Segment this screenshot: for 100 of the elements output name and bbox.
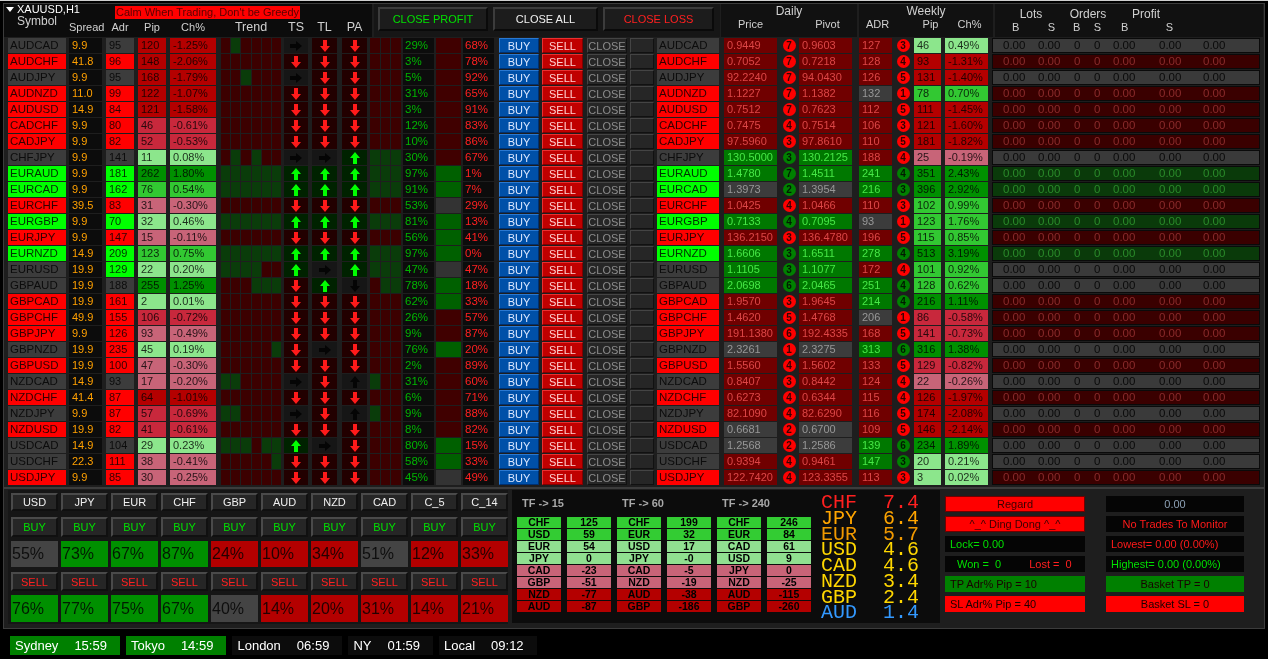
sell-button[interactable]: SELL bbox=[542, 230, 583, 245]
sell-button[interactable]: SELL bbox=[542, 198, 583, 213]
buy-button[interactable]: BUY bbox=[261, 517, 308, 537]
close-button[interactable]: CLOSE bbox=[587, 278, 627, 293]
alert-banner[interactable]: Regard bbox=[945, 496, 1085, 512]
currency-button[interactable]: GBP bbox=[211, 493, 258, 511]
close-button[interactable]: CLOSE bbox=[587, 230, 627, 245]
buy-button[interactable]: BUY bbox=[499, 438, 539, 453]
currency-button[interactable]: AUD bbox=[261, 493, 308, 511]
close-button[interactable]: CLOSE bbox=[587, 342, 627, 357]
close-button[interactable]: CLOSE bbox=[587, 86, 627, 101]
sell-button[interactable]: SELL bbox=[542, 454, 583, 469]
symbol-cell[interactable]: AUDCHF bbox=[8, 54, 66, 69]
blank-button[interactable] bbox=[630, 342, 654, 357]
close-button[interactable]: CLOSE bbox=[587, 358, 627, 373]
buy-button[interactable]: BUY bbox=[311, 517, 358, 537]
blank-button[interactable] bbox=[630, 438, 654, 453]
sell-button[interactable]: SELL bbox=[542, 438, 583, 453]
currency-button[interactable]: CAD bbox=[361, 493, 408, 511]
currency-button[interactable]: USD bbox=[11, 493, 58, 511]
buy-button[interactable]: BUY bbox=[499, 54, 539, 69]
blank-button[interactable] bbox=[630, 134, 654, 149]
sell-button[interactable]: SELL bbox=[542, 134, 583, 149]
close-button[interactable]: CLOSE bbox=[587, 374, 627, 389]
symbol-cell[interactable]: EURGBP bbox=[657, 214, 719, 229]
symbol-cell[interactable]: USDJPY bbox=[657, 470, 719, 485]
buy-button[interactable]: BUY bbox=[499, 70, 539, 85]
close-button[interactable]: CLOSE bbox=[587, 150, 627, 165]
close-button[interactable]: CLOSE bbox=[587, 294, 627, 309]
sell-button[interactable]: SELL bbox=[411, 572, 458, 591]
blank-button[interactable] bbox=[630, 214, 654, 229]
blank-button[interactable] bbox=[630, 246, 654, 261]
symbol-cell[interactable]: EURAUD bbox=[657, 166, 719, 181]
buy-button[interactable]: BUY bbox=[499, 134, 539, 149]
symbol-cell[interactable]: GBPCHF bbox=[8, 310, 66, 325]
close-button[interactable]: CLOSE bbox=[587, 310, 627, 325]
blank-button[interactable] bbox=[630, 230, 654, 245]
symbol-cell[interactable]: CADJPY bbox=[8, 134, 66, 149]
blank-button[interactable] bbox=[630, 54, 654, 69]
symbol-cell[interactable]: EURAUD bbox=[8, 166, 66, 181]
buy-button[interactable]: BUY bbox=[499, 374, 539, 389]
close-button[interactable]: CLOSE bbox=[587, 470, 627, 485]
symbol-cell[interactable]: GBPJPY bbox=[8, 326, 66, 341]
buy-button[interactable]: BUY bbox=[499, 326, 539, 341]
symbol-cell[interactable]: USDJPY bbox=[8, 470, 66, 485]
close-button[interactable]: CLOSE bbox=[587, 70, 627, 85]
symbol-cell[interactable]: EURNZD bbox=[8, 246, 66, 261]
sell-button[interactable]: SELL bbox=[542, 54, 583, 69]
buy-button[interactable]: BUY bbox=[499, 198, 539, 213]
blank-button[interactable] bbox=[630, 70, 654, 85]
sell-button[interactable]: SELL bbox=[542, 294, 583, 309]
currency-button[interactable]: EUR bbox=[111, 493, 158, 511]
buy-button[interactable]: BUY bbox=[161, 517, 208, 537]
blank-button[interactable] bbox=[630, 182, 654, 197]
buy-button[interactable]: BUY bbox=[61, 517, 108, 537]
sell-button[interactable]: SELL bbox=[542, 166, 583, 181]
symbol-cell[interactable]: NZDCHF bbox=[8, 390, 66, 405]
symbol-cell[interactable]: EURCHF bbox=[8, 198, 66, 213]
sell-button[interactable]: SELL bbox=[542, 342, 583, 357]
buy-button[interactable]: BUY bbox=[499, 358, 539, 373]
buy-button[interactable]: BUY bbox=[499, 246, 539, 261]
close-button[interactable]: CLOSE bbox=[587, 406, 627, 421]
sell-button[interactable]: SELL bbox=[542, 102, 583, 117]
close-all-button[interactable]: CLOSE ALL bbox=[493, 7, 598, 31]
symbol-cell[interactable]: EURJPY bbox=[8, 230, 66, 245]
buy-button[interactable]: BUY bbox=[361, 517, 408, 537]
symbol-cell[interactable]: EURCHF bbox=[657, 198, 719, 213]
symbol-cell[interactable]: GBPCHF bbox=[657, 310, 719, 325]
blank-button[interactable] bbox=[630, 198, 654, 213]
symbol-cell[interactable]: EURJPY bbox=[657, 230, 719, 245]
sell-button[interactable]: SELL bbox=[542, 70, 583, 85]
symbol-cell[interactable]: NZDUSD bbox=[657, 422, 719, 437]
symbol-cell[interactable]: AUDNZD bbox=[657, 86, 719, 101]
buy-button[interactable]: BUY bbox=[211, 517, 258, 537]
symbol-cell[interactable]: GBPUSD bbox=[657, 358, 719, 373]
symbol-cell[interactable]: CADCHF bbox=[657, 118, 719, 133]
sell-button[interactable]: SELL bbox=[542, 406, 583, 421]
sell-button[interactable]: SELL bbox=[542, 86, 583, 101]
buy-button[interactable]: BUY bbox=[499, 470, 539, 485]
symbol-cell[interactable]: AUDNZD bbox=[8, 86, 66, 101]
symbol-cell[interactable]: AUDCHF bbox=[657, 54, 719, 69]
buy-button[interactable]: BUY bbox=[499, 166, 539, 181]
buy-button[interactable]: BUY bbox=[111, 517, 158, 537]
buy-button[interactable]: BUY bbox=[499, 342, 539, 357]
buy-button[interactable]: BUY bbox=[461, 517, 508, 537]
buy-button[interactable]: BUY bbox=[499, 86, 539, 101]
buy-button[interactable]: BUY bbox=[499, 422, 539, 437]
blank-button[interactable] bbox=[630, 294, 654, 309]
symbol-cell[interactable]: CADCHF bbox=[8, 118, 66, 133]
blank-button[interactable] bbox=[630, 422, 654, 437]
currency-button[interactable]: C_5 bbox=[411, 493, 458, 511]
buy-button[interactable]: BUY bbox=[499, 38, 539, 53]
currency-button[interactable]: CHF bbox=[161, 493, 208, 511]
symbol-cell[interactable]: EURCAD bbox=[8, 182, 66, 197]
blank-button[interactable] bbox=[630, 406, 654, 421]
currency-button[interactable]: JPY bbox=[61, 493, 108, 511]
symbol-cell[interactable]: AUDUSD bbox=[8, 102, 66, 117]
sell-button[interactable]: SELL bbox=[542, 262, 583, 277]
symbol-cell[interactable]: NZDCHF bbox=[657, 390, 719, 405]
close-button[interactable]: CLOSE bbox=[587, 262, 627, 277]
